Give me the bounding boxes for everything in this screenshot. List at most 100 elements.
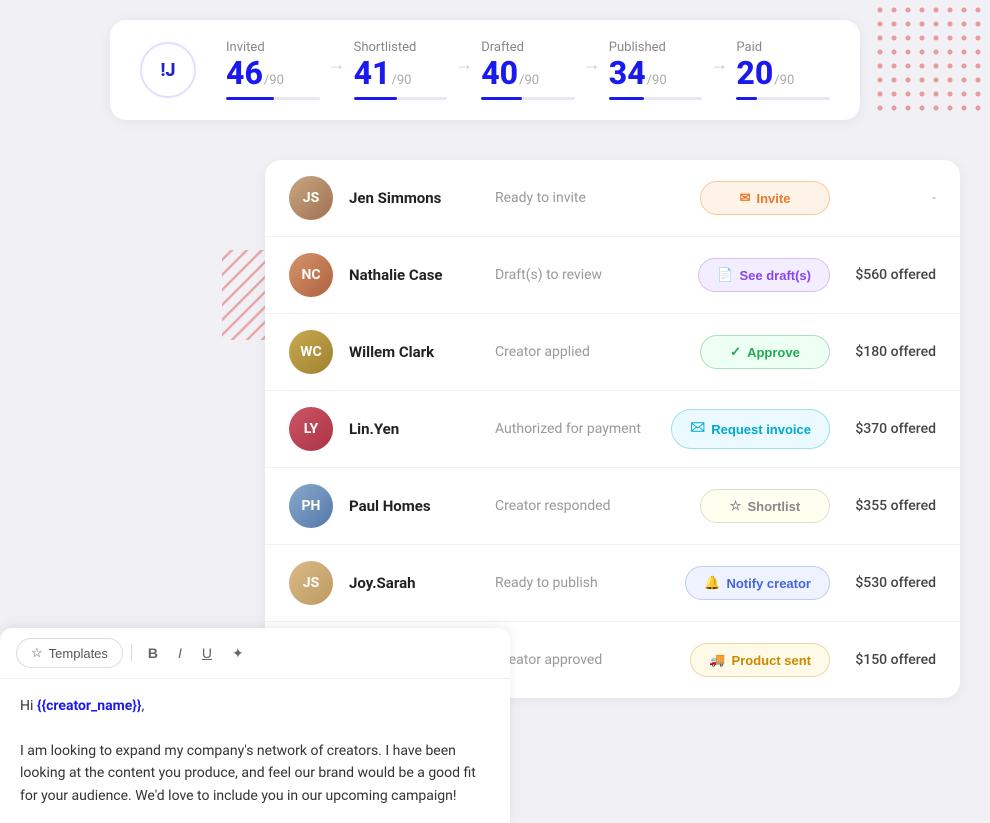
- action-label: Request invoice: [711, 422, 811, 437]
- templates-button[interactable]: ☆ Templates: [16, 638, 123, 668]
- action-icon: 🔔: [704, 575, 720, 591]
- action-button[interactable]: 🚚 Product sent: [690, 643, 830, 677]
- toolbar-separator: [131, 644, 132, 662]
- stat-item-paid: Paid 20 /90: [736, 40, 830, 100]
- stat-item-invited: Invited 46 /90: [226, 40, 320, 100]
- creator-row: WC Willem Clark Creator applied ✓ Approv…: [265, 314, 960, 391]
- creator-avatar: PH: [289, 484, 333, 528]
- stat-bar: [736, 97, 830, 100]
- creator-name: Jen Simmons: [349, 189, 479, 207]
- offered-amount: $355 offered: [846, 498, 936, 514]
- stat-bar: [609, 97, 703, 100]
- offered-amount: $150 offered: [846, 652, 936, 668]
- underline-button[interactable]: U: [194, 641, 220, 665]
- arrow-separator: →: [583, 54, 601, 87]
- creator-name: Joy.Sarah: [349, 574, 479, 592]
- action-button[interactable]: 🖂 Request invoice: [671, 409, 830, 449]
- action-icon: ☆: [730, 498, 742, 514]
- creator-avatar: JS: [289, 561, 333, 605]
- stat-number: 20 /90: [736, 57, 794, 89]
- action-icon: 📄: [717, 267, 733, 283]
- compose-panel: ☆ Templates B I U ✦ Hi {{creator_name}},…: [0, 628, 510, 823]
- stat-label: Invited: [226, 40, 265, 55]
- stat-bar: [354, 97, 448, 100]
- action-icon: 🖂: [690, 418, 705, 440]
- action-label: Approve: [747, 345, 800, 360]
- creator-rows-container: JS Jen Simmons Ready to invite ✉ Invite …: [265, 160, 960, 698]
- creator-status: Ready to invite: [495, 190, 684, 206]
- stat-total: /90: [774, 73, 794, 88]
- eraser-button[interactable]: ✦: [224, 641, 252, 666]
- creator-name: Nathalie Case: [349, 266, 479, 284]
- stat-value: 41: [354, 57, 391, 89]
- stat-label: Drafted: [481, 40, 524, 55]
- compose-body-text: I am looking to expand my company's netw…: [20, 743, 476, 804]
- stats-container: Invited 46 /90 → Shortlisted 41 /90 → Dr…: [226, 40, 830, 100]
- action-button[interactable]: ☆ Shortlist: [700, 489, 830, 523]
- offered-amount: $560 offered: [846, 267, 936, 283]
- stat-number: 46 /90: [226, 57, 284, 89]
- arrow-separator: →: [710, 54, 728, 87]
- stat-value: 40: [481, 57, 518, 89]
- stat-label: Paid: [736, 40, 762, 55]
- action-icon: ✓: [730, 344, 741, 360]
- creator-avatar: LY: [289, 407, 333, 451]
- stat-bar-fill: [481, 97, 522, 100]
- stat-number: 34 /90: [609, 57, 667, 89]
- creator-row: PH Paul Homes Creator responded ☆ Shortl…: [265, 468, 960, 545]
- stat-value: 34: [609, 57, 646, 89]
- action-label: See draft(s): [739, 268, 811, 283]
- italic-button[interactable]: I: [170, 641, 190, 665]
- stat-label: Published: [609, 40, 666, 55]
- arrow-separator: →: [328, 54, 346, 87]
- action-icon: 🚚: [709, 652, 725, 668]
- action-label: Invite: [756, 191, 790, 206]
- stat-number: 40 /90: [481, 57, 539, 89]
- stat-total: /90: [519, 73, 539, 88]
- stat-value: 20: [736, 57, 773, 89]
- stat-total: /90: [392, 73, 412, 88]
- stat-total: /90: [264, 73, 284, 88]
- creator-name: Paul Homes: [349, 497, 479, 515]
- stat-total: /90: [647, 73, 667, 88]
- stat-bar: [481, 97, 575, 100]
- stat-bar: [226, 97, 320, 100]
- creator-avatar: NC: [289, 253, 333, 297]
- action-label: Shortlist: [747, 499, 800, 514]
- creator-avatar: JS: [289, 176, 333, 220]
- creator-status: Authorized for payment: [495, 421, 655, 437]
- creator-status: Creator responded: [495, 498, 684, 514]
- creator-list: JS Jen Simmons Ready to invite ✉ Invite …: [265, 160, 960, 698]
- offered-amount: $370 offered: [846, 421, 936, 437]
- brand-logo: !J: [140, 42, 196, 98]
- action-button[interactable]: ✉ Invite: [700, 181, 830, 215]
- action-label: Product sent: [732, 653, 811, 668]
- stat-item-drafted: Drafted 40 /90: [481, 40, 575, 100]
- action-button[interactable]: ✓ Approve: [700, 335, 830, 369]
- creator-status: Draft(s) to review: [495, 267, 682, 283]
- creator-name: Willem Clark: [349, 343, 479, 361]
- creator-status: Creator applied: [495, 344, 684, 360]
- creator-avatar: WC: [289, 330, 333, 374]
- creator-row: JS Joy.Sarah Ready to publish 🔔 Notify c…: [265, 545, 960, 622]
- stat-bar-fill: [736, 97, 757, 100]
- stat-bar-fill: [354, 97, 397, 100]
- stat-bar-fill: [609, 97, 645, 100]
- stat-label: Shortlisted: [354, 40, 417, 55]
- action-button[interactable]: 📄 See draft(s): [698, 258, 830, 292]
- action-button[interactable]: 🔔 Notify creator: [685, 566, 830, 600]
- bold-button[interactable]: B: [140, 641, 166, 665]
- creator-status: Creator approved: [495, 652, 674, 668]
- template-var-creator-name: {{creator_name}}: [37, 698, 142, 714]
- stat-bar-fill: [226, 97, 274, 100]
- creator-row: NC Nathalie Case Draft(s) to review 📄 Se…: [265, 237, 960, 314]
- star-icon: ☆: [31, 645, 43, 661]
- stat-number: 41 /90: [354, 57, 412, 89]
- action-label: Notify creator: [726, 576, 811, 591]
- creator-name: Lin.Yen: [349, 420, 479, 438]
- offered-amount: $180 offered: [846, 344, 936, 360]
- stat-item-shortlisted: Shortlisted 41 /90: [354, 40, 448, 100]
- creator-row: JS Jen Simmons Ready to invite ✉ Invite …: [265, 160, 960, 237]
- action-icon: ✉: [740, 190, 751, 206]
- dot-pattern-deco: [870, 0, 990, 120]
